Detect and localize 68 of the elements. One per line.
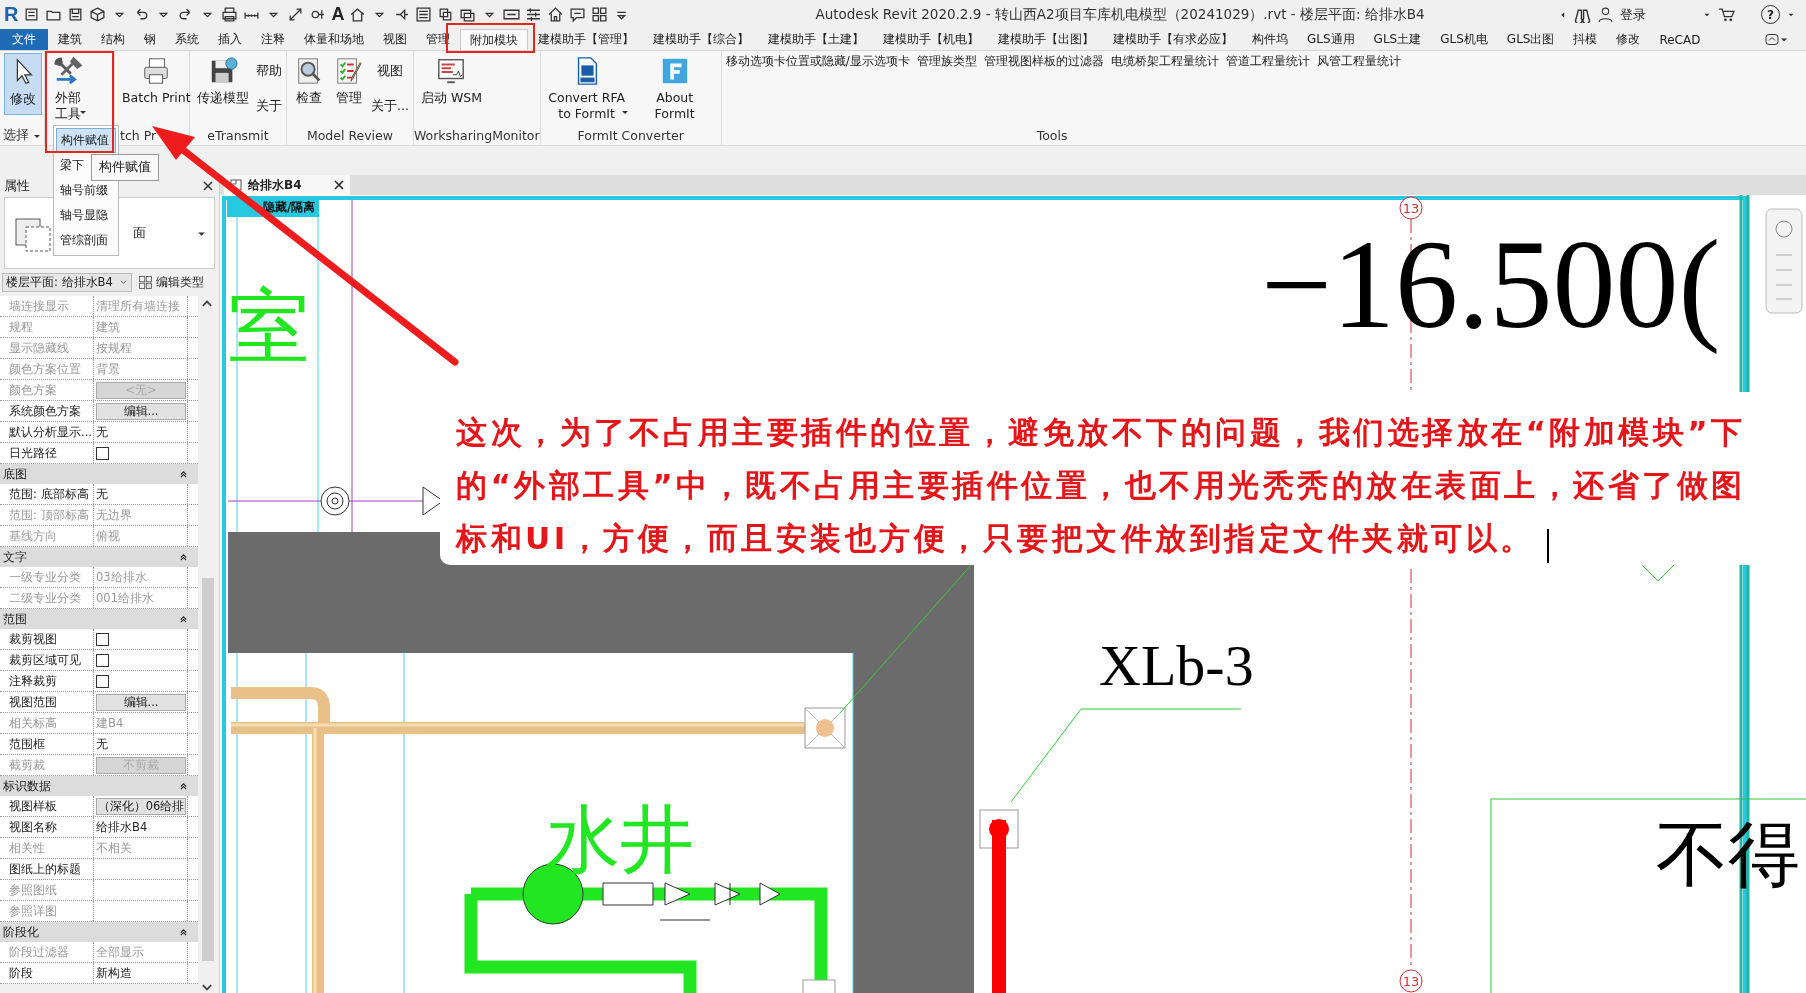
property-label: 默认分析显示... xyxy=(0,422,94,442)
view-tab-title: 给排水B4 xyxy=(248,176,302,194)
group-title: 文字 xyxy=(3,548,27,566)
panel-label: eTransmit xyxy=(207,128,269,143)
property-label: 参照图纸 xyxy=(0,880,94,900)
property-label: 一级专业分类 xyxy=(0,567,94,587)
room-label: 室 xyxy=(228,279,310,374)
group-title: 底图 xyxy=(3,465,27,483)
property-value: 背景 xyxy=(96,361,120,377)
tooltip: 构件赋值 xyxy=(91,154,159,181)
property-value: 无 xyxy=(96,486,108,502)
panel-label: Model Review xyxy=(306,128,393,143)
property-label: 范围: 底部标高 xyxy=(0,484,94,504)
window-title: Autodesk Revit 2020.2.9 - 转山西A2项目车库机电模型（20241029）.rvt - 楼层平面: 给排水B4 xyxy=(815,5,1425,24)
panel-label: WorksharingMonitor xyxy=(413,128,540,143)
property-value: 001给排水 xyxy=(96,590,154,606)
property-label: 基线方向 xyxy=(0,526,94,546)
property-value: 全部显示 xyxy=(96,944,144,960)
panel-label: tch Pr xyxy=(120,128,157,143)
property-value: 不相关 xyxy=(96,840,132,856)
panel-label: 选择 xyxy=(3,127,29,144)
property-label: 注释裁剪 xyxy=(0,671,94,691)
property-value: 无边界 xyxy=(96,507,132,523)
grid-bubble: 13 xyxy=(1399,969,1423,993)
property-label: 日光路径 xyxy=(0,443,94,463)
property-label: 范围框 xyxy=(0,734,94,754)
property-label: 范围: 顶部标高 xyxy=(0,505,94,525)
property-label: 参照详图 xyxy=(0,901,94,921)
property-value: 无 xyxy=(96,736,108,752)
property-label: 截剪裁 xyxy=(0,755,94,775)
property-label: 墙连接显示 xyxy=(0,296,94,316)
property-value: 按规程 xyxy=(96,340,132,356)
property-label: 相关标高 xyxy=(0,713,94,733)
group-title: 阶段化 xyxy=(3,923,39,941)
property-value: 无 xyxy=(96,424,108,440)
panel-label: Tools xyxy=(1036,128,1068,143)
property-label: 视图名称 xyxy=(0,817,94,837)
property-label: 显示隐藏线 xyxy=(0,338,94,358)
panel-title: 属性 xyxy=(4,177,30,195)
property-label: 颜色方案 xyxy=(0,380,94,400)
property-label: 视图范围 xyxy=(0,692,94,712)
group-title: 范围 xyxy=(3,610,27,628)
property-label: 颜色方案位置 xyxy=(0,359,94,379)
view-selector-value: 楼层平面: 给排水B4 xyxy=(6,275,113,290)
property-label: 视图样板 xyxy=(0,796,94,816)
annotation-text: 这次，为了不占用主要插件的位置，避免放不下的问题，我们选择放在“附加模块”下的“外部工具”中，既不占用主要插件位置，也不用光秃秃的放在表面上，还省了做图标和UI，方便，而且安装也方便，只要把文件放到指定文件夹就可以。 xyxy=(456,414,1746,556)
panel-label: FormIt Converter xyxy=(577,128,684,143)
property-value: 建筑 xyxy=(96,319,120,335)
property-label: 系统颜色方案 xyxy=(0,401,94,421)
group-title: 标识数据 xyxy=(3,777,51,795)
grid-bubble: 13 xyxy=(1399,196,1423,220)
property-value: 03给排水 xyxy=(96,569,147,585)
property-value: 俯视 xyxy=(96,528,120,544)
property-label: 阶段 xyxy=(0,963,94,983)
property-label: 图纸上的标题 xyxy=(0,859,94,879)
type-name: 面 xyxy=(133,224,146,242)
property-label: 二级专业分类 xyxy=(0,588,94,608)
property-label: 裁剪区域可见 xyxy=(0,650,94,670)
property-label: 裁剪视图 xyxy=(0,629,94,649)
property-value: 新构造 xyxy=(96,965,132,981)
property-value: 建B4 xyxy=(96,715,124,731)
pipe-tag: XLb-3 xyxy=(1099,633,1254,698)
property-label: 规程 xyxy=(0,317,94,337)
room-label: 水井 xyxy=(546,796,694,882)
property-value: 给排水B4 xyxy=(96,819,148,835)
property-label: 相关性 xyxy=(0,838,94,858)
property-value: 清理所有墙连接 xyxy=(96,298,180,314)
property-label: 阶段过滤器 xyxy=(0,942,94,962)
